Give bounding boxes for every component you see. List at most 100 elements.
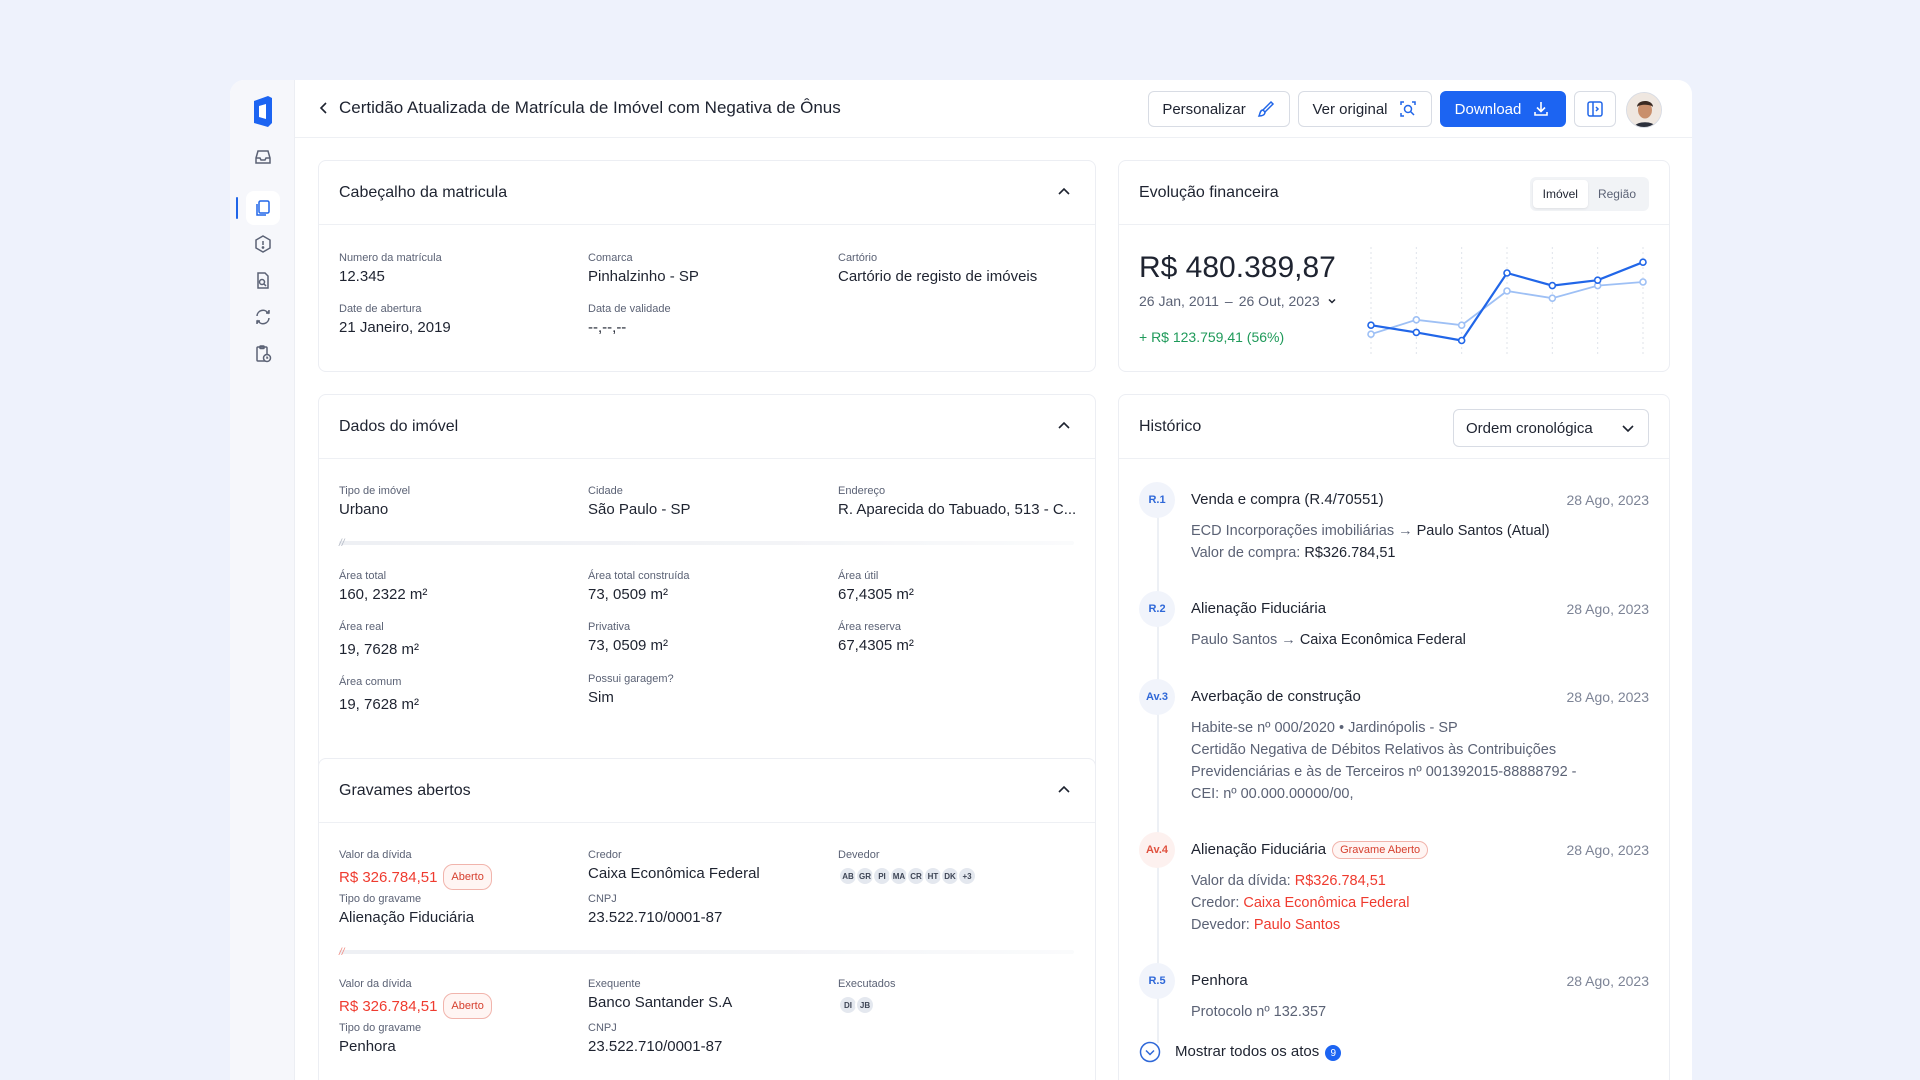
user-avatar-icon [1627,93,1661,127]
field-common-area: Área comum 19, 7628 m² [339,676,420,713]
section-divider: // [339,538,1074,549]
field-registration-number: Numero da matrícula 12.345 [339,252,442,285]
show-all-acts-button[interactable]: Mostrar todos os atos 9 [1139,1041,1342,1063]
personalize-label: Personalizar [1162,100,1246,118]
event-badge: R.2 [1139,591,1175,627]
data-point[interactable] [1412,316,1421,324]
chevron-down-icon [1328,298,1336,304]
sort-order-select[interactable]: Ordem cronológica [1453,409,1649,447]
data-point[interactable] [1457,321,1466,329]
timeline-event[interactable]: Av.4 Alienação Fiduciária Gravame Aberto … [1139,832,1649,933]
event-title: Alienação Fiduciária Gravame Aberto [1191,841,1429,859]
lien-type: Tipo do gravame Penhora [339,1022,422,1055]
field-useful-area: Área útil 67,4305 m² [838,570,914,603]
avatar[interactable] [1626,92,1662,128]
toggle-panel-button[interactable] [1574,91,1616,127]
download-button[interactable]: Download [1440,91,1566,127]
chevron-up-icon[interactable] [1055,417,1073,435]
zoom-document-icon [1399,101,1416,117]
financial-evolution-card: Evolução financeira Imóvel Região R$ 480… [1118,160,1670,372]
event-details: Valor da dívida: R$326.784,51 Credor: Ca… [1191,873,1410,933]
top-bar: Certidão Atualizada de Matrícula de Imóv… [295,80,1692,138]
file-search-icon[interactable] [246,264,280,298]
card-header[interactable]: Dados do imóvel [319,395,1095,459]
section-divider: // [339,947,1074,958]
event-details: Protocolo nº 132.357 [1191,1004,1327,1020]
date-to: 26 Out, 2023 [1238,293,1320,309]
card-header[interactable]: Gravames abertos [319,759,1095,823]
event-date: 28 Ago, 2023 [1566,973,1649,989]
card-title: Evolução financeira [1139,184,1279,201]
status-badge: Aberto [443,993,492,1019]
logo-icon [254,96,272,127]
shield-alert-icon[interactable] [246,227,280,261]
field-address: Endereço R. Aparecida do Tabuado, 513 - C… [838,485,1077,518]
active-nav-indicator [236,197,238,219]
header-info-card: Cabeçalho da matricula Numero da matrícu… [318,160,1096,372]
data-point[interactable] [1412,328,1421,337]
event-title: Alienação Fiduciária [1191,600,1327,617]
arrow-right-icon: → [1398,523,1413,539]
date-range-selector[interactable]: 26 Jan, 2011 – 26 Out, 2023 [1139,293,1338,309]
card-title: Histórico [1139,418,1202,435]
lien-cnpj: CNPJ 23.522.710/0001-87 [588,1022,723,1055]
lien-type: Tipo do gravame Alienação Fiduciária [339,893,475,926]
value-gain: + R$ 123.759,41 (56%) [1139,329,1285,345]
show-all-label: Mostrar todos os atos [1175,1042,1320,1060]
field-comarca: Comarca Pinhalzinho - SP [588,252,699,285]
data-point[interactable] [1639,278,1647,286]
documents-icon[interactable] [246,191,280,225]
lien-cnpj: CNPJ 23.522.710/0001-87 [588,893,723,926]
view-original-button[interactable]: Ver original [1298,91,1432,127]
data-point[interactable] [1367,330,1375,338]
download-label: Download [1454,100,1522,118]
date-from: 26 Jan, 2011 [1139,293,1219,309]
timeline-event[interactable]: R.5 Penhora 28 Ago, 2023 Protocolo nº 13… [1139,963,1649,1023]
data-point[interactable] [1367,321,1375,329]
card-header: Histórico Ordem cronológica [1119,395,1669,459]
personalize-button[interactable]: Personalizar [1148,91,1290,127]
data-point[interactable] [1593,276,1602,285]
event-date: 28 Ago, 2023 [1566,842,1649,858]
field-built-area: Área total construída 73, 0509 m² [588,570,690,603]
event-details: Paulo Santos → Caixa Econômica Federal [1191,632,1466,648]
brush-icon [1257,100,1274,117]
tab-property[interactable]: Imóvel [1532,180,1588,208]
event-details: Habite-se nº 000/2020 • Jardinópolis - S… [1191,720,1577,802]
more-debtors-chip[interactable]: +3 [957,866,977,886]
timeline-event[interactable]: R.2 Alienação Fiduciária 28 Ago, 2023 Pa… [1139,591,1649,648]
field-has-garage: Possui garagem? Sim [588,673,674,706]
tab-region[interactable]: Região [1588,180,1646,208]
property-data-card: Dados do imóvel Tipo de imóvel Urbano Cid… [318,394,1096,814]
chevron-up-icon[interactable] [1055,781,1073,799]
timeline-event[interactable]: Av.3 Averbação de construção 28 Ago, 202… [1139,679,1649,802]
data-point[interactable] [1639,258,1647,266]
chevron-up-icon[interactable] [1055,183,1073,201]
refresh-icon[interactable] [246,300,280,334]
chevron-circle-down-icon [1139,1041,1161,1063]
date-separator: – [1224,293,1233,309]
inbox-icon[interactable] [246,140,280,174]
data-point[interactable] [1503,269,1511,277]
field-total-area: Área total 160, 2322 m² [339,570,428,603]
card-header[interactable]: Cabeçalho da matricula [319,161,1095,225]
app-window: Certidão Atualizada de Matrícula de Imóv… [230,80,1692,1080]
executed-chip[interactable]: JB [855,995,875,1015]
event-badge: R.5 [1139,963,1175,999]
event-title: Venda e compra (R.4/70551) [1191,491,1384,508]
data-point[interactable] [1503,287,1511,295]
status-badge: Aberto [443,864,492,890]
clipboard-clock-icon[interactable] [246,337,280,371]
lien-debtors: Devedor AB GR PI MA CR HT DK +3 [838,848,977,886]
data-point[interactable] [1548,294,1557,303]
arrow-right-icon: → [1281,632,1296,648]
card-title: Cabeçalho da matricula [339,184,508,201]
timeline-event[interactable]: R.1 Venda e compra (R.4/70551) 28 Ago, 2… [1139,482,1649,562]
data-point[interactable] [1548,281,1557,290]
open-liens-card: Gravames abertos Valor da dívida R$ 326.… [318,758,1096,1080]
field-validity-date: Data de validade --,--,-- [588,303,671,336]
data-point[interactable] [1457,336,1466,345]
chevron-down-icon [1622,425,1634,433]
back-chevron-icon[interactable] [316,100,332,116]
field-property-type: Tipo de imóvel Urbano [339,485,411,518]
